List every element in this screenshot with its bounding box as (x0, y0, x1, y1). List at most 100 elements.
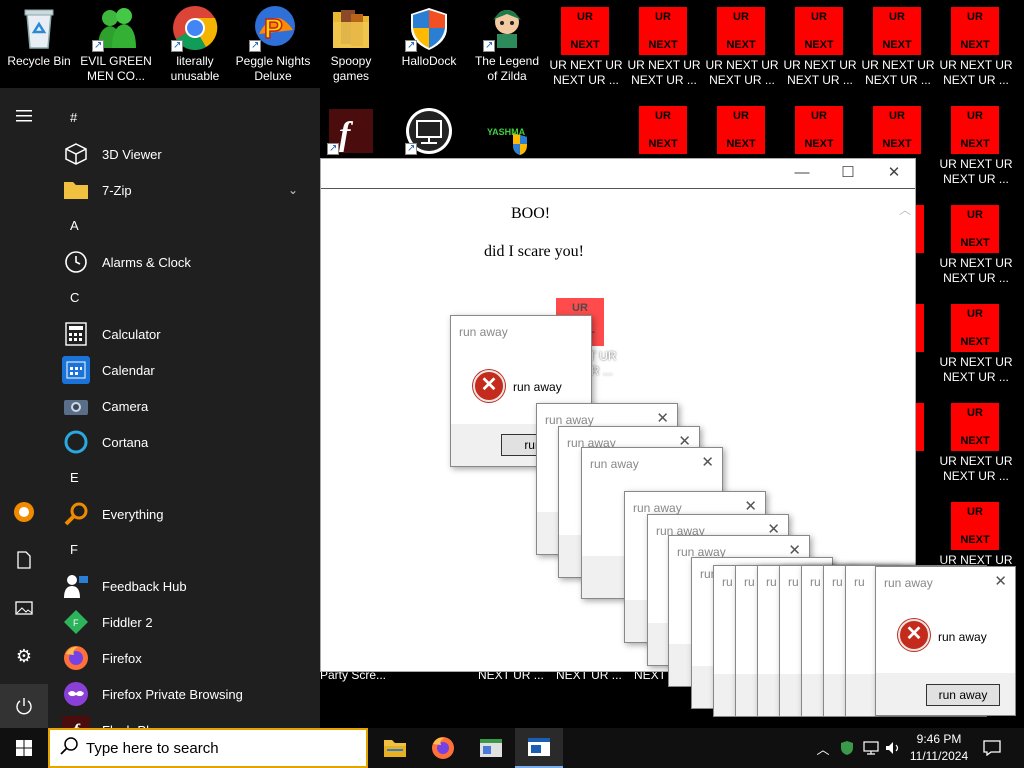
section-header[interactable]: A (56, 208, 312, 244)
ur-next-icon[interactable]: UR NEXT (639, 7, 687, 55)
desktop-icon-flash[interactable]: f (313, 103, 389, 157)
ur-next-icon[interactable]: UR NEXT (717, 106, 765, 154)
app-cortana[interactable]: Cortana (56, 424, 312, 460)
app-calculator[interactable]: Calculator (56, 316, 312, 352)
ur-next-icon[interactable]: UR NEXT (639, 106, 687, 154)
ur-next-icon[interactable]: UR NEXT (795, 106, 843, 154)
app-label: Cortana (102, 434, 149, 450)
scare-text: did I scare you! (484, 243, 584, 260)
desktop-icon-label: Peggle Nights Deluxe (235, 54, 311, 83)
app-firefox-private[interactable]: Firefox Private Browsing (56, 676, 312, 712)
ur-next-icon[interactable]: UR NEXT (873, 106, 921, 154)
camera-icon (62, 392, 90, 420)
desktop-icon-chrome[interactable]: literally unusable (157, 0, 233, 84)
desktop-icon-peggle[interactable]: P Peggle Nights Deluxe (235, 0, 311, 84)
ur-next-icon[interactable]: UR NEXT (951, 403, 999, 451)
ur-next-label: UR NEXT UR NEXT UR ... (783, 58, 857, 87)
taskbar: Type here to search ︿ 9:46 PM 11/11/2024 (0, 728, 1024, 768)
app-label: Calculator (102, 326, 161, 342)
dialog-message: run away (938, 630, 987, 644)
section-header[interactable]: F (56, 532, 312, 568)
yashma-icon: YASHMA (483, 107, 531, 155)
run-away-dialog-front[interactable]: run away ✕ ✕ run away run away (875, 566, 1016, 716)
documents-icon[interactable] (0, 540, 48, 580)
app-calendar[interactable]: Calendar (56, 352, 312, 388)
ur-next-label: UR NEXT UR NEXT UR ... (939, 58, 1013, 87)
ur-next-icon[interactable]: UR NEXT (951, 502, 999, 550)
app-feedback-hub[interactable]: Feedback Hub (56, 568, 312, 604)
search-box[interactable]: Type here to search (48, 728, 368, 768)
file-explorer-icon[interactable] (371, 728, 419, 768)
shortcut-arrow-icon (327, 141, 339, 156)
desktop-icon-legend-of-zilda[interactable]: The Legend of Zilda (469, 0, 545, 84)
settings-gear-icon[interactable]: ⚙ (0, 636, 48, 676)
app-firefox[interactable]: Firefox (56, 640, 312, 676)
ur-next-icon[interactable]: UR NEXT (951, 7, 999, 55)
desktop-icon-spoopy-games[interactable]: Spoopy games (313, 0, 389, 84)
app-window-icon[interactable] (467, 728, 515, 768)
shortcut-arrow-icon (405, 141, 417, 156)
pictures-icon[interactable] (0, 588, 48, 628)
app-fiddler[interactable]: F Fiddler 2 (56, 604, 312, 640)
ur-next-label: UR NEXT UR NEXT UR ... (939, 454, 1013, 483)
flash-icon: f (327, 107, 375, 156)
peggle-icon: P (249, 4, 297, 53)
ur-next-label: UR NEXT UR NEXT UR ... (939, 157, 1013, 186)
notifications-icon[interactable] (978, 728, 1006, 768)
hamburger-menu-icon[interactable] (0, 96, 48, 136)
active-window-icon[interactable] (515, 728, 563, 768)
error-icon: ✕ (473, 370, 505, 402)
search-placeholder: Type here to search (86, 739, 219, 757)
shortcut-arrow-icon (249, 38, 261, 53)
app-label: Camera (102, 398, 149, 414)
ur-next-icon[interactable] (916, 403, 924, 451)
firefox-taskbar-icon[interactable] (419, 728, 467, 768)
close-icon[interactable]: ✕ (744, 497, 757, 515)
maximize-button[interactable]: ☐ (825, 159, 871, 189)
windows-start-icon[interactable] (0, 728, 48, 768)
power-icon[interactable] (0, 684, 48, 728)
ur-next-icon[interactable]: UR NEXT (951, 106, 999, 154)
ur-next-icon[interactable] (916, 205, 924, 253)
ur-next-icon[interactable] (916, 304, 924, 352)
ur-next-icon[interactable]: UR NEXT (873, 7, 921, 55)
desktop-icon-hallodock[interactable]: HalloDock (391, 0, 467, 69)
app-7zip[interactable]: 7-Zip ⌄ (56, 172, 312, 208)
app-3d-viewer[interactable]: 3D Viewer (56, 136, 312, 172)
close-icon[interactable]: ✕ (994, 572, 1007, 590)
minimize-button[interactable]: — (779, 159, 825, 189)
desktop-icon-network[interactable] (391, 103, 467, 157)
ur-next-icon[interactable]: UR NEXT (951, 205, 999, 253)
security-shield-icon[interactable] (836, 728, 858, 768)
app-alarms-clock[interactable]: Alarms & Clock (56, 244, 312, 280)
desktop-icon-yashma[interactable]: YASHMA (469, 103, 545, 157)
ur-next-icon[interactable]: UR NEXT (561, 7, 609, 55)
close-icon[interactable]: ✕ (656, 409, 669, 427)
close-icon[interactable]: ✕ (701, 453, 714, 471)
scroll-up-arrow-icon[interactable]: ︿ (899, 201, 911, 218)
feedback-icon (62, 572, 90, 600)
ur-next-icon[interactable]: UR NEXT (951, 304, 999, 352)
network-icon[interactable] (860, 728, 882, 768)
close-button[interactable]: ✕ (871, 159, 917, 189)
dialog-title: run away (884, 576, 933, 590)
window-titlebar[interactable]: — ☐ ✕ (321, 159, 915, 189)
user-avatar-icon[interactable] (0, 492, 48, 532)
app-label: Alarms & Clock (102, 254, 191, 270)
section-header[interactable]: E (56, 460, 312, 496)
desktop-icon-evil-green-men[interactable]: EVIL GREEN MEN CO... (78, 0, 154, 84)
run-away-button[interactable]: run away (926, 684, 1000, 706)
chevron-down-icon[interactable]: ⌄ (288, 183, 298, 197)
desktop-icon-recycle-bin[interactable]: Recycle Bin (1, 0, 77, 69)
section-header[interactable]: C (56, 280, 312, 316)
chevron-up-icon[interactable]: ︿ (812, 728, 834, 768)
app-label: Feedback Hub (102, 578, 187, 594)
shortcut-arrow-icon (483, 38, 495, 53)
ur-next-icon[interactable]: UR NEXT (795, 7, 843, 55)
section-header[interactable]: # (56, 100, 312, 136)
volume-icon[interactable] (882, 728, 904, 768)
app-camera[interactable]: Camera (56, 388, 312, 424)
app-everything[interactable]: Everything (56, 496, 312, 532)
clock[interactable]: 9:46 PM 11/11/2024 (906, 731, 972, 765)
ur-next-icon[interactable]: UR NEXT (717, 7, 765, 55)
